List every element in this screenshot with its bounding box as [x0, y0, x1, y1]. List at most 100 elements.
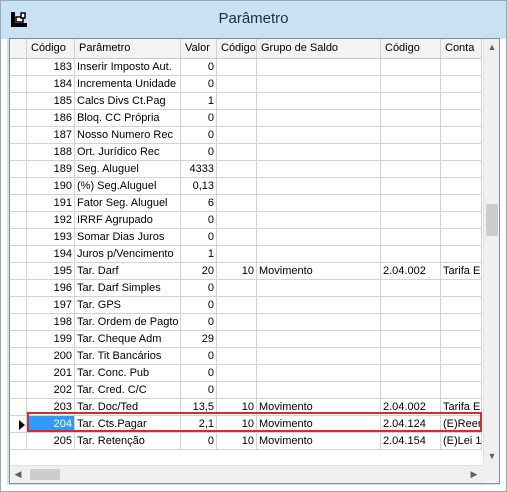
horizontal-scrollbar[interactable]: ◀ ▶ [10, 465, 483, 483]
column-header-codigo[interactable]: Código [27, 39, 75, 58]
cell-codigo[interactable]: 184 [27, 76, 75, 93]
scroll-down-button[interactable]: ▼ [484, 448, 499, 465]
cell-valor[interactable]: 1 [181, 246, 217, 263]
table-row[interactable]: 199 Tar. Cheque Adm 29 [10, 331, 482, 348]
row-indicator[interactable] [10, 229, 27, 246]
cell-grupo[interactable] [257, 59, 381, 76]
cell-conta[interactable] [441, 280, 482, 297]
row-indicator[interactable] [10, 144, 27, 161]
cell-grupo[interactable] [257, 178, 381, 195]
cell-parametro[interactable]: Tar. Cred. C/C [75, 382, 181, 399]
table-row[interactable]: 188 Ort. Jurídico Rec 0 [10, 144, 482, 161]
cell-codigo3[interactable] [381, 297, 441, 314]
cell-parametro[interactable]: Tar. Retenção [75, 433, 181, 450]
table-row[interactable]: 203 Tar. Doc/Ted 13,5 10 Movimento 2.04.002 Ta… [10, 399, 482, 416]
row-indicator[interactable] [10, 314, 27, 331]
cell-valor[interactable]: 0 [181, 212, 217, 229]
cell-codigo3[interactable] [381, 178, 441, 195]
cell-valor[interactable]: 1 [181, 93, 217, 110]
cell-codigo2[interactable]: 10 [217, 399, 257, 416]
cell-codigo[interactable]: 205 [27, 433, 75, 450]
cell-conta[interactable]: Tarifa Em [441, 263, 482, 280]
cell-valor[interactable]: 0 [181, 365, 217, 382]
cell-grupo[interactable]: Movimento [257, 416, 381, 433]
cell-codigo[interactable]: 200 [27, 348, 75, 365]
cell-valor[interactable]: 0 [181, 76, 217, 93]
cell-codigo[interactable]: 196 [27, 280, 75, 297]
cell-grupo[interactable] [257, 348, 381, 365]
cell-conta[interactable] [441, 212, 482, 229]
cell-valor[interactable]: 0 [181, 144, 217, 161]
table-row[interactable]: 186 Bloq. CC Própria 0 [10, 110, 482, 127]
cell-valor[interactable]: 13,5 [181, 399, 217, 416]
cell-valor[interactable]: 4333 [181, 161, 217, 178]
cell-grupo[interactable]: Movimento [257, 263, 381, 280]
cell-grupo[interactable] [257, 195, 381, 212]
table-row[interactable]: 185 Calcs Divs Ct.Pag 1 [10, 93, 482, 110]
cell-codigo2[interactable] [217, 246, 257, 263]
cell-valor[interactable]: 0 [181, 127, 217, 144]
table-row[interactable]: 192 IRRF Agrupado 0 [10, 212, 482, 229]
cell-grupo[interactable] [257, 93, 381, 110]
cell-grupo[interactable] [257, 246, 381, 263]
cell-codigo2[interactable] [217, 59, 257, 76]
row-indicator[interactable] [10, 93, 27, 110]
cell-valor[interactable]: 29 [181, 331, 217, 348]
cell-parametro[interactable]: Calcs Divs Ct.Pag [75, 93, 181, 110]
cell-codigo[interactable]: 193 [27, 229, 75, 246]
cell-codigo3[interactable] [381, 59, 441, 76]
cell-grupo[interactable] [257, 127, 381, 144]
cell-parametro[interactable]: IRRF Agrupado [75, 212, 181, 229]
table-row[interactable]: 202 Tar. Cred. C/C 0 [10, 382, 482, 399]
cell-codigo3[interactable]: 2.04.154 [381, 433, 441, 450]
cell-codigo3[interactable] [381, 212, 441, 229]
cell-valor[interactable]: 20 [181, 263, 217, 280]
table-row[interactable]: 190 (%) Seg.Aluguel 0,13 [10, 178, 482, 195]
row-indicator[interactable] [10, 348, 27, 365]
row-indicator[interactable] [10, 365, 27, 382]
row-indicator[interactable] [10, 382, 27, 399]
cell-grupo[interactable] [257, 297, 381, 314]
vertical-scrollbar[interactable]: ▲ ▼ [483, 39, 499, 465]
cell-codigo3[interactable] [381, 195, 441, 212]
cell-codigo3[interactable] [381, 246, 441, 263]
cell-codigo2[interactable] [217, 110, 257, 127]
cell-codigo2[interactable] [217, 161, 257, 178]
cell-codigo[interactable]: 192 [27, 212, 75, 229]
cell-parametro[interactable]: Fator Seg. Aluguel [75, 195, 181, 212]
row-indicator[interactable] [10, 178, 27, 195]
cell-conta[interactable] [441, 331, 482, 348]
cell-parametro[interactable]: Tar. Conc. Pub [75, 365, 181, 382]
table-row[interactable]: 196 Tar. Darf Simples 0 [10, 280, 482, 297]
cell-codigo[interactable]: 183 [27, 59, 75, 76]
cell-parametro[interactable]: Tar. Ordem de Pagto [75, 314, 181, 331]
cell-parametro[interactable]: Bloq. CC Própria [75, 110, 181, 127]
cell-codigo2[interactable] [217, 144, 257, 161]
cell-grupo[interactable] [257, 212, 381, 229]
row-indicator[interactable] [10, 280, 27, 297]
cell-conta[interactable] [441, 144, 482, 161]
cell-valor[interactable]: 0 [181, 314, 217, 331]
cell-parametro[interactable]: Tar. Darf [75, 263, 181, 280]
cell-codigo[interactable]: 202 [27, 382, 75, 399]
cell-grupo[interactable] [257, 382, 381, 399]
row-indicator[interactable] [10, 161, 27, 178]
column-header-codigo-conta[interactable]: Código [381, 39, 441, 58]
cell-codigo2[interactable]: 10 [217, 263, 257, 280]
row-indicator[interactable] [10, 127, 27, 144]
row-indicator[interactable] [10, 212, 27, 229]
cell-codigo2[interactable]: 10 [217, 416, 257, 433]
cell-codigo[interactable]: 185 [27, 93, 75, 110]
row-indicator[interactable] [10, 433, 27, 450]
cell-codigo2[interactable] [217, 127, 257, 144]
cell-parametro[interactable]: Seg. Aluguel [75, 161, 181, 178]
cell-codigo[interactable]: 198 [27, 314, 75, 331]
cell-parametro[interactable]: Tar. Doc/Ted [75, 399, 181, 416]
table-row[interactable]: 183 Inserir Imposto Aut. 0 [10, 59, 482, 76]
cell-conta[interactable] [441, 195, 482, 212]
cell-parametro[interactable]: Juros p/Vencimento [75, 246, 181, 263]
cell-grupo[interactable] [257, 280, 381, 297]
cell-grupo[interactable] [257, 161, 381, 178]
table-row[interactable]: 197 Tar. GPS 0 [10, 297, 482, 314]
scroll-up-button[interactable]: ▲ [484, 39, 499, 56]
